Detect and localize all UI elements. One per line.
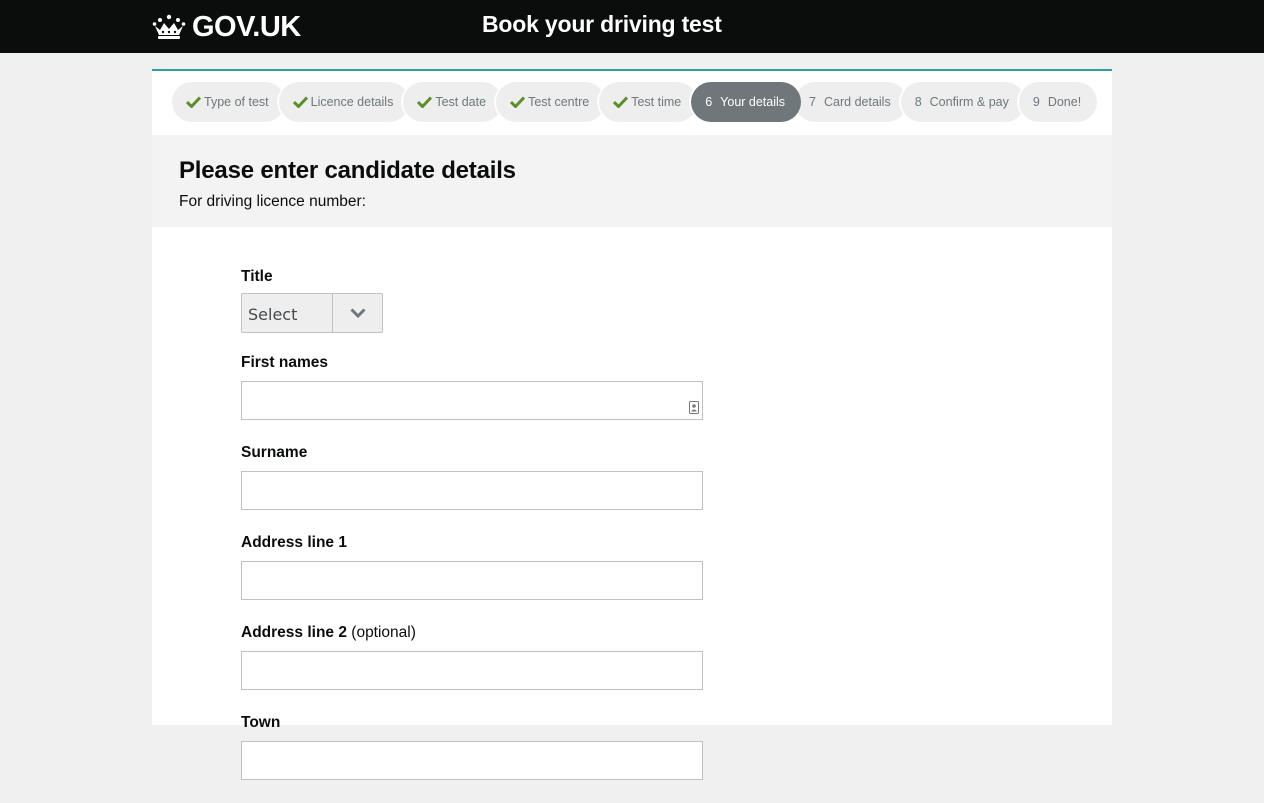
site-header: GOV.UK Book your driving test: [0, 0, 1264, 53]
town-input[interactable]: [241, 741, 703, 780]
first-names-input[interactable]: [241, 381, 703, 420]
address-line-2-input[interactable]: [241, 651, 703, 690]
step-label: Done!: [1047, 95, 1082, 109]
address-line-1-label: Address line 1: [241, 534, 347, 551]
title-label: Title: [241, 268, 273, 285]
step-label: Test time: [631, 95, 682, 109]
step-test-date[interactable]: Test date: [403, 82, 503, 122]
check-icon: [510, 96, 526, 108]
address-line-1-field: Address line 1: [241, 533, 711, 600]
step-your-details: 6 Your details: [691, 82, 802, 122]
title-select[interactable]: Select: [241, 293, 383, 333]
address-line-1-input[interactable]: [241, 561, 703, 600]
step-test-time[interactable]: Test time: [599, 82, 698, 122]
heading-panel: Please enter candidate details For drivi…: [152, 135, 1112, 227]
step-label: Test date: [435, 95, 487, 109]
address-line-2-label: Address line 2 (optional): [241, 623, 711, 643]
step-label: Card details: [824, 95, 891, 109]
check-icon: [186, 96, 201, 108]
address-line-2-field: Address line 2 (optional): [241, 623, 711, 690]
surname-label: Surname: [241, 444, 308, 461]
chevron-down-icon[interactable]: [332, 294, 382, 332]
step-type-of-test[interactable]: Type of test: [172, 82, 285, 122]
check-icon: [613, 96, 629, 108]
step-licence-details[interactable]: Licence details: [278, 82, 410, 122]
progress-steps: Type of test Licence details Test date T…: [172, 82, 1098, 122]
step-test-centre[interactable]: Test centre: [496, 82, 606, 122]
first-names-label: First names: [241, 354, 329, 371]
step-number: 8: [914, 95, 922, 109]
surname-input[interactable]: [241, 471, 703, 510]
check-icon: [417, 96, 433, 108]
step-done: 9 Done!: [1018, 82, 1098, 122]
step-label: Confirm & pay: [929, 95, 1009, 109]
crown-icon: [152, 14, 186, 39]
town-field: Town: [241, 713, 711, 780]
address-line-2-label-text: Address line 2: [241, 624, 347, 641]
step-number: 6: [705, 95, 713, 109]
step-number: 9: [1032, 95, 1040, 109]
optional-hint: (optional): [351, 624, 416, 641]
contact-card-icon[interactable]: [689, 401, 699, 414]
main-container: Type of test Licence details Test date T…: [152, 69, 1112, 780]
service-name[interactable]: Book your driving test: [482, 11, 722, 38]
step-confirm-pay: 8 Confirm & pay: [900, 82, 1025, 122]
step-label: Licence details: [310, 95, 394, 109]
step-label: Test centre: [528, 95, 590, 109]
step-number: 7: [809, 95, 816, 109]
page-subtitle: For driving licence number:: [179, 193, 366, 210]
check-icon: [292, 96, 308, 108]
logo-text: GOV.UK: [192, 10, 301, 43]
step-label: Your details: [720, 95, 786, 109]
title-field: Title Select: [241, 267, 711, 333]
surname-field: Surname: [241, 443, 711, 510]
page-title: Please enter candidate details: [179, 157, 516, 184]
step-card-details: 7 Card details: [795, 82, 907, 122]
title-select-value: Select: [248, 304, 298, 324]
first-names-field: First names: [241, 353, 711, 420]
govuk-logo-link[interactable]: GOV.UK: [152, 9, 301, 45]
step-label: Type of test: [204, 95, 269, 109]
town-label: Town: [241, 714, 281, 731]
